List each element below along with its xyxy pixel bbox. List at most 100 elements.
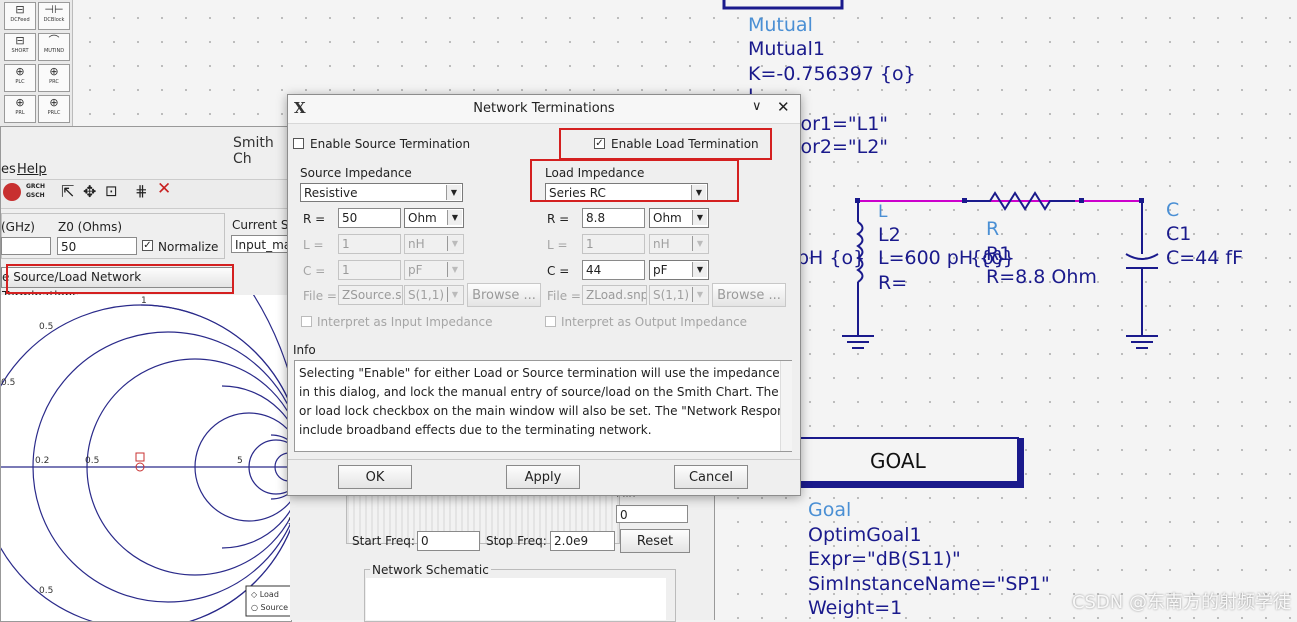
smith-label: 0.5 — [39, 322, 53, 332]
source-type-select[interactable]: Resistive ▼ — [300, 183, 463, 202]
info-scrollbar[interactable] — [780, 361, 792, 451]
min-input[interactable]: 0 — [616, 505, 688, 523]
palette-item-label: MUTIND — [43, 48, 65, 54]
mutual-inductor2-label: tor2="L2" — [793, 136, 889, 158]
info-text-area[interactable]: Selecting "Enable" for either Load or So… — [294, 360, 792, 452]
source-param-select[interactable]: S(1,1) ▼ — [404, 285, 464, 305]
footer-divider — [288, 459, 800, 460]
chevron-down-icon: ▼ — [692, 287, 707, 302]
palette-plc-button[interactable]: ⊕ PLC — [4, 64, 36, 92]
inductor-type-label: L — [878, 202, 888, 222]
menu-fragment[interactable]: es — [1, 162, 16, 178]
load-l-unit-select[interactable]: nH ▼ — [649, 234, 709, 254]
palette-item-label: PLC — [15, 79, 25, 85]
source-c-unit-value: pF — [408, 263, 423, 277]
goal-box-label[interactable]: GOAL — [870, 449, 926, 473]
minimize-chevron-icon[interactable]: ∨ — [752, 99, 762, 114]
palette-dcblock-button[interactable]: ⊣⊢ DCBlock — [38, 2, 70, 30]
source-browse-button[interactable]: Browse ... — [467, 283, 541, 307]
pointer-icon[interactable]: ⇱ — [61, 182, 74, 201]
load-c-unit-select[interactable]: pF ▼ — [649, 260, 709, 280]
dcblock-icon: ⊣⊢ — [44, 3, 64, 16]
plc-icon: ⊕ — [15, 65, 25, 78]
csdn-watermark: CSDN @东南方的射频学徒 — [1071, 592, 1291, 613]
enable-source-checkbox[interactable] — [293, 138, 304, 149]
load-r-label: R = — [547, 212, 570, 226]
load-l-input[interactable]: 1 — [582, 234, 645, 254]
source-r-input[interactable]: 50 — [338, 208, 401, 228]
palette-mutind-button[interactable]: ⌒ MUTIND — [38, 33, 70, 61]
chevron-down-icon: ▼ — [446, 185, 461, 200]
gsch-label: GSCH — [26, 192, 45, 199]
palette-prc-button[interactable]: ⊕ PRC — [38, 64, 70, 92]
interpret-input-label: Interpret as Input Impedance — [317, 315, 493, 329]
source-l-label: L = — [303, 238, 324, 252]
palette-short-button[interactable]: ⊟ SHORT — [4, 33, 36, 61]
source-l-unit-select[interactable]: nH ▼ — [404, 234, 464, 254]
zoom-box-icon[interactable]: ⊡ — [105, 182, 118, 200]
dialog-title: Network Terminations — [473, 101, 615, 116]
load-r-unit-value: Ohm — [653, 211, 682, 225]
source-impedance-heading: Source Impedance — [300, 166, 412, 180]
smith-chart-area[interactable]: 1 0.5 0.5 0.2 0.5 5 5 0.5 ◇ Load ○ Sourc… — [1, 295, 291, 621]
ok-button[interactable]: OK — [338, 465, 412, 489]
cancel-button[interactable]: Cancel — [674, 465, 748, 489]
prlc-icon: ⊕ — [49, 96, 59, 109]
smith-label: 0.5 — [85, 456, 99, 466]
current-input[interactable]: Input_ma — [231, 235, 291, 253]
freq-input[interactable] — [1, 237, 51, 255]
mutual-name-label: Mutual1 — [748, 38, 825, 60]
chevron-down-icon: ▼ — [447, 287, 462, 302]
load-param-select[interactable]: S(1,1) ▼ — [649, 285, 709, 305]
smith-label: 0.5 — [39, 586, 53, 596]
palette-item-label: PRC — [49, 79, 59, 85]
load-browse-button[interactable]: Browse ... — [712, 283, 786, 307]
palette-item-label: SHORT — [11, 48, 29, 54]
palette-prl-button[interactable]: ⊕ PRL — [4, 95, 36, 123]
chevron-down-icon: ▼ — [447, 236, 462, 251]
inductor-left-fragment: pH {o} — [797, 247, 866, 269]
source-r-unit-select[interactable]: Ohm ▼ — [404, 208, 464, 228]
start-freq-input[interactable]: 0 — [417, 531, 480, 551]
apply-button[interactable]: Apply — [506, 465, 580, 489]
interpret-output-checkbox[interactable] — [545, 316, 556, 327]
grch-gsch-button[interactable]: GRCH GSCH — [26, 182, 45, 200]
terminations-highlight — [6, 264, 234, 294]
palette-prlc-button[interactable]: ⊕ PRLC — [38, 95, 70, 123]
smith-chart-graphic: 1 0.5 0.5 0.2 0.5 5 5 0.5 ◇ Load ○ Sourc… — [1, 295, 291, 621]
mutual-fragment-label: L — [748, 84, 759, 94]
z0-input[interactable]: 50 — [57, 237, 137, 255]
menu-help[interactable]: Help — [17, 162, 47, 178]
chevron-down-icon: ▼ — [692, 210, 707, 225]
normalize-checkbox[interactable]: ✓ — [142, 240, 153, 251]
load-c-input[interactable]: 44 — [582, 260, 645, 280]
source-l-input[interactable]: 1 — [338, 234, 401, 254]
load-r-input[interactable]: 8.8 — [582, 208, 645, 228]
stop-freq-input[interactable]: 2.0e9 — [550, 531, 615, 551]
source-file-input[interactable]: ZSource.sn — [338, 285, 403, 305]
load-file-input[interactable]: ZLoad.snp — [582, 285, 647, 305]
mutind-icon: ⌒ — [48, 34, 60, 47]
svg-text:◇ Load: ◇ Load — [251, 590, 279, 599]
source-r-unit-value: Ohm — [408, 211, 437, 225]
interpret-input-checkbox[interactable] — [301, 316, 312, 327]
source-file-label: File = — [303, 289, 337, 303]
delete-icon[interactable]: ✕ — [157, 179, 171, 199]
normalize-label: Normalize — [158, 240, 219, 254]
source-param-value: S(1,1) — [408, 288, 445, 302]
close-icon[interactable]: ✕ — [777, 98, 790, 116]
reset-button[interactable]: Reset — [620, 529, 690, 553]
legend-load: Load — [260, 590, 279, 599]
palette-dcfeed-button[interactable]: ⊟ DCFeed — [4, 2, 36, 30]
mutual-k-label: K=-0.756397 {o} — [748, 63, 916, 85]
load-l-label: L = — [547, 238, 568, 252]
source-c-input[interactable]: 1 — [338, 260, 401, 280]
grid-icon[interactable]: ⋕ — [135, 182, 148, 200]
info-line: Selecting "Enable" for either Load or So… — [299, 366, 792, 380]
move-icon[interactable]: ✥ — [83, 182, 96, 201]
source-c-unit-select[interactable]: pF ▼ — [404, 260, 464, 280]
dialog-titlebar[interactable]: X Network Terminations ∨ ✕ — [288, 95, 800, 124]
smith-chart-icon[interactable] — [3, 183, 21, 201]
load-r-unit-select[interactable]: Ohm ▼ — [649, 208, 709, 228]
goal-name-label: OptimGoal1 — [808, 524, 922, 546]
